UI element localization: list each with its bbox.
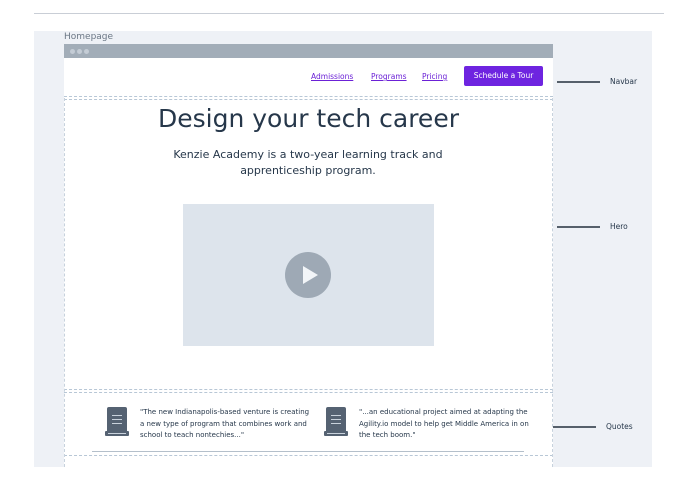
left-guide <box>64 98 65 467</box>
quotes-section-bottom-guide <box>64 455 553 456</box>
quotes-divider <box>92 451 524 452</box>
quotes-callout-label: Quotes <box>606 422 633 431</box>
right-guide <box>552 98 553 467</box>
play-icon[interactable] <box>285 252 331 298</box>
quote-text: "...an educational project aimed at adap… <box>359 408 529 439</box>
schedule-tour-button[interactable]: Schedule a Tour <box>464 66 543 86</box>
hero-title: Design your tech career <box>158 104 459 133</box>
quotes-section-top-guide <box>64 392 553 393</box>
nav-link-admissions[interactable]: Admissions <box>311 72 353 81</box>
navbar-section-bottom-guide <box>64 96 553 97</box>
hero-subtitle: Kenzie Academy is a two-year learning tr… <box>173 148 443 177</box>
navbar-callout-label: Navbar <box>610 77 638 86</box>
hero-callout-label: Hero <box>610 222 628 231</box>
window-dot-icon <box>70 49 75 54</box>
scroll-icon <box>105 407 129 437</box>
window-dot-icon <box>84 49 89 54</box>
window-dot-icon <box>77 49 82 54</box>
scroll-icon <box>324 407 348 437</box>
hero-section-top-guide <box>64 99 553 100</box>
hero-section-bottom-guide <box>64 389 553 390</box>
video-placeholder[interactable] <box>183 204 434 346</box>
browser-chrome <box>64 44 553 58</box>
top-divider <box>34 13 664 14</box>
navbar-callout-line <box>557 81 600 83</box>
nav-link-pricing[interactable]: Pricing <box>422 72 447 81</box>
artboard-title: Homepage <box>64 32 114 42</box>
quotes-callout-line <box>553 426 596 428</box>
quote-text: "The new Indianapolis-based venture is c… <box>140 408 310 439</box>
nav-link-programs[interactable]: Programs <box>371 72 407 81</box>
hero-callout-line <box>557 226 600 228</box>
